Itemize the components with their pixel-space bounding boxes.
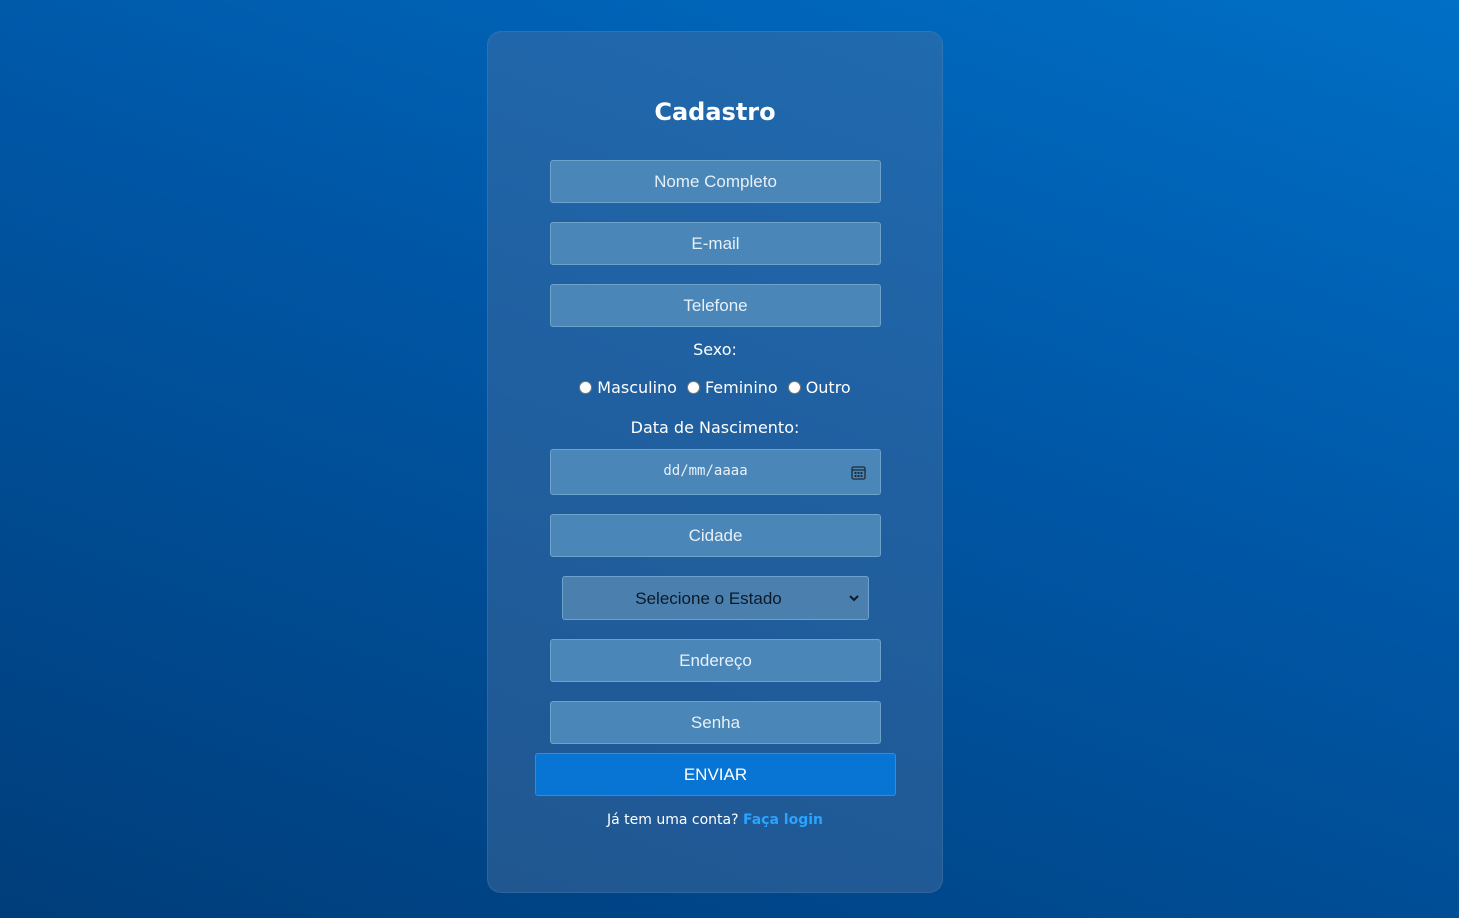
radio-button[interactable] — [579, 381, 593, 394]
gender-option-outro[interactable]: Outro — [787, 378, 851, 397]
calendar-icon[interactable] — [851, 465, 866, 480]
birthdate-placeholder: dd/mm/aaaa — [663, 463, 748, 479]
submit-button[interactable]: ENVIAR — [535, 753, 896, 796]
gender-option-label: Masculino — [597, 378, 677, 397]
gender-radio-group: Masculino Feminino Outro — [488, 378, 942, 397]
radio-button[interactable] — [787, 381, 801, 394]
gender-option-label: Feminino — [704, 378, 778, 397]
state-select[interactable]: Selecione o Estado — [562, 576, 869, 620]
signup-card: Cadastro Sexo: Masculino Feminino Outro … — [487, 31, 943, 893]
login-prompt-text: Já tem uma conta? — [607, 812, 739, 828]
gender-option-label: Outro — [805, 378, 851, 397]
form-title: Cadastro — [654, 98, 776, 126]
radio-button[interactable] — [686, 381, 700, 394]
phone-input[interactable] — [550, 284, 881, 327]
chevron-down-icon — [849, 595, 859, 602]
gender-label: Sexo: — [693, 340, 737, 359]
address-input[interactable] — [550, 639, 881, 682]
email-input[interactable] — [550, 222, 881, 265]
birthdate-input[interactable]: dd/mm/aaaa — [550, 449, 881, 495]
login-prompt: Já tem uma conta? Faça login — [488, 812, 942, 828]
gender-option-feminino[interactable]: Feminino — [686, 378, 778, 397]
birthdate-label: Data de Nascimento: — [630, 418, 800, 437]
state-select-value: Selecione o Estado — [635, 589, 782, 608]
gender-option-masculino[interactable]: Masculino — [579, 378, 677, 397]
login-link[interactable]: Faça login — [743, 812, 823, 828]
full-name-input[interactable] — [550, 160, 881, 203]
password-input[interactable] — [550, 701, 881, 744]
city-input[interactable] — [550, 514, 881, 557]
